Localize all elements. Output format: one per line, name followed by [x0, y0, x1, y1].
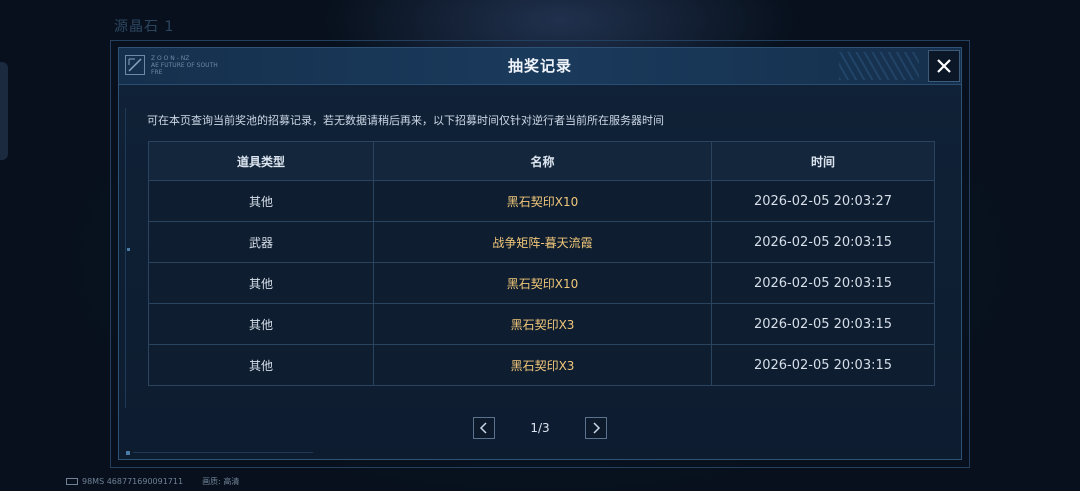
cell-name: 黑石契印X10 [373, 262, 712, 304]
table-row: 武器 战争矩阵-暮天流霞 2026-02-05 20:03:15 [148, 221, 935, 263]
quality-label: 画质: [202, 477, 221, 486]
column-header-time: 时间 [711, 141, 935, 181]
table-row: 其他 黑石契印X3 2026-02-05 20:03:15 [148, 344, 935, 386]
cell-name: 黑石契印X3 [373, 344, 712, 386]
modal-title: 抽奖记录 [507, 57, 572, 75]
hint-text: 可在本页查询当前奖池的招募记录，若无数据请稍后再来，以下招募时间仅针对逆行者当前… [147, 114, 664, 127]
table-row: 其他 黑石契印X10 2026-02-05 20:03:27 [148, 180, 935, 222]
cell-time: 2026-02-05 20:03:27 [711, 180, 935, 222]
cell-name: 战争矩阵-暮天流霞 [373, 221, 712, 263]
bottom-dot [126, 451, 130, 455]
background-title: 源晶石 1 [114, 19, 175, 35]
cell-time: 2026-02-05 20:03:15 [711, 221, 935, 263]
close-icon [937, 59, 951, 73]
modal-header: Z O O N - NZ AE FUTURE OF SOUTH FRE 抽奖记录 [119, 48, 961, 85]
cell-name: 黑石契印X10 [373, 180, 712, 222]
pagination: 1/3 [473, 417, 609, 441]
prev-page-button[interactable] [473, 417, 495, 439]
side-decoration [125, 108, 132, 408]
close-button[interactable] [928, 50, 960, 82]
side-tab[interactable] [0, 62, 8, 160]
uid-value: 468771690091711 [106, 477, 184, 486]
cell-type: 其他 [148, 344, 374, 386]
cell-type: 其他 [148, 262, 374, 304]
table-row: 其他 黑石契印X3 2026-02-05 20:03:15 [148, 303, 935, 345]
status-footer: 98MS 468771690091711 画质: 高清 [66, 476, 239, 487]
next-page-button[interactable] [585, 417, 607, 439]
chevron-right-icon [593, 422, 601, 434]
chevron-left-icon [479, 422, 487, 434]
quality-value: 高清 [223, 477, 240, 486]
draw-record-modal: Z O O N - NZ AE FUTURE OF SOUTH FRE 抽奖记录… [118, 47, 962, 460]
column-header-type: 道具类型 [148, 141, 374, 181]
cell-type: 武器 [148, 221, 374, 263]
table-row: 其他 黑石契印X10 2026-02-05 20:03:15 [148, 262, 935, 304]
record-table: 道具类型 名称 时间 其他 黑石契印X10 2026-02-05 20:03:2… [148, 141, 935, 386]
cell-time: 2026-02-05 20:03:15 [711, 303, 935, 345]
cell-time: 2026-02-05 20:03:15 [711, 344, 935, 386]
ping-value: 98MS [82, 477, 105, 486]
table-header-row: 道具类型 名称 时间 [148, 141, 935, 181]
cell-type: 其他 [148, 180, 374, 222]
column-header-name: 名称 [373, 141, 712, 181]
page-indicator: 1/3 [530, 421, 550, 435]
side-dot [127, 248, 130, 251]
cell-name: 黑石契印X3 [373, 303, 712, 345]
cell-type: 其他 [148, 303, 374, 345]
network-icon [66, 478, 78, 485]
bottom-line [133, 452, 313, 453]
cell-time: 2026-02-05 20:03:15 [711, 262, 935, 304]
